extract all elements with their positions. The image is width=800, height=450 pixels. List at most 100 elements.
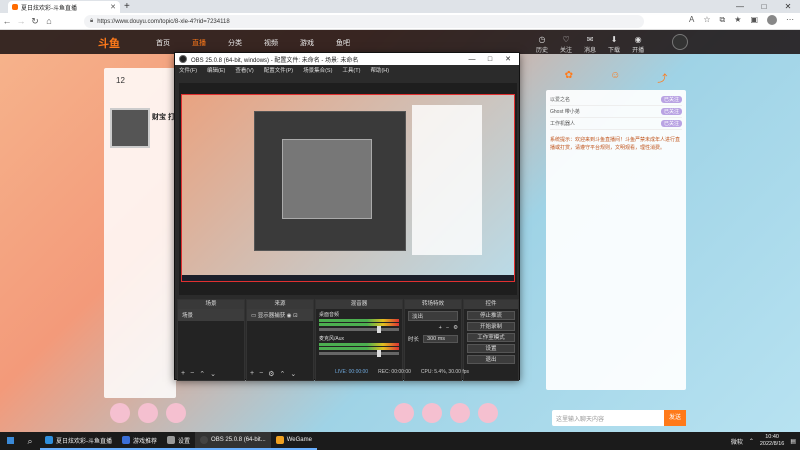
obs-minimize-button[interactable]: — <box>465 56 479 63</box>
back-icon[interactable]: ← <box>0 16 14 26</box>
gift-item[interactable] <box>110 403 130 423</box>
gift-icon[interactable]: ✿ <box>565 70 573 85</box>
history-item[interactable]: ◷ 历史 <box>536 35 548 54</box>
start-button[interactable] <box>0 436 20 446</box>
chat-input[interactable]: 这里输入聊天内容 <box>552 410 682 426</box>
taskbar-app-games[interactable]: 游戏推荐 <box>117 432 163 450</box>
rank-badge: 已关注 <box>660 108 682 115</box>
remove-icon[interactable]: − <box>446 325 449 331</box>
menu-help[interactable]: 帮助(H) <box>370 66 389 74</box>
browser-tab[interactable]: 夏日炫欢彩-斗鱼直播 ✕ <box>8 1 120 13</box>
menu-view[interactable]: 查看(V) <box>235 66 253 74</box>
nav-category[interactable]: 分类 <box>228 38 242 48</box>
sources-dock: 来源 ▭ 显示器捕获 ◉ ⊡ + − ⚙ ⌃ ⌄ <box>246 299 314 381</box>
taskbar-app-obs[interactable]: OBS 25.0.8 (64-bit... <box>195 432 271 450</box>
close-tab-icon[interactable]: ✕ <box>110 3 116 11</box>
taskbar-app-edge[interactable]: 夏日炫欢彩-斗鱼直播 <box>40 432 117 450</box>
taskbar-app-settings[interactable]: 设置 <box>162 432 196 450</box>
studio-mode-button[interactable]: 工作室模式 <box>467 333 515 342</box>
obs-maximize-button[interactable]: □ <box>483 56 497 63</box>
start-recording-button[interactable]: 开始录制 <box>467 322 515 331</box>
profile-avatar[interactable] <box>767 15 777 25</box>
menu-tools[interactable]: 工具(T) <box>342 66 360 74</box>
menu-file[interactable]: 文件(F) <box>179 66 197 74</box>
favorite-star-icon[interactable]: ☆ <box>703 15 710 25</box>
follow-item[interactable]: ♡ 关注 <box>560 35 572 54</box>
volume-slider[interactable] <box>319 350 399 357</box>
obs-preview[interactable] <box>181 94 515 282</box>
lock-icon[interactable]: ⊡ <box>293 313 298 319</box>
duration-input[interactable]: 300 ms <box>423 335 458 343</box>
add-icon[interactable]: + <box>181 370 185 378</box>
refresh-icon[interactable]: ↻ <box>28 16 42 27</box>
gift-item[interactable] <box>394 403 414 423</box>
gear-icon[interactable]: ⚙ <box>268 370 274 378</box>
gift-item[interactable] <box>138 403 158 423</box>
transition-select[interactable]: 淡出 <box>408 311 458 321</box>
remove-icon[interactable]: − <box>259 370 263 378</box>
fans-icon[interactable]: ☺ <box>610 70 620 85</box>
move-down-icon[interactable]: ⌄ <box>210 370 216 378</box>
move-down-icon[interactable]: ⌄ <box>290 370 296 378</box>
gift-item[interactable] <box>166 403 186 423</box>
broadcast-item[interactable]: ◉ 开播 <box>632 35 644 54</box>
move-up-icon[interactable]: ⌃ <box>279 370 285 378</box>
site-logo[interactable]: 斗鱼 <box>98 35 120 51</box>
gift-item[interactable] <box>422 403 442 423</box>
scene-item[interactable]: 场景 <box>178 309 244 321</box>
add-icon[interactable]: + <box>439 325 442 331</box>
tray-label[interactable]: 微软 <box>731 437 743 446</box>
rank-row[interactable]: Ghost 带小弟 已关注 <box>550 106 682 118</box>
add-icon[interactable]: + <box>250 370 254 378</box>
nav-home[interactable]: 首页 <box>156 38 170 48</box>
remove-icon[interactable]: − <box>190 370 194 378</box>
taskbar-app-wegame[interactable]: WeGame <box>270 432 317 450</box>
move-up-icon[interactable]: ⌃ <box>199 370 205 378</box>
nav-fishbar[interactable]: 鱼吧 <box>336 38 350 48</box>
app-icon <box>122 436 130 444</box>
more-icon[interactable]: ⋯ <box>786 15 794 25</box>
share-icon[interactable]: ⤴ <box>657 70 667 85</box>
clock[interactable]: 10:40 2022/8/16 <box>760 434 784 448</box>
forward-icon[interactable]: → <box>14 16 28 26</box>
volume-slider-handle[interactable] <box>377 326 381 333</box>
address-bar[interactable]: 🔒︎ https://www.douyu.com/topic/8-xle-4?r… <box>84 15 644 28</box>
settings-button[interactable]: 设置 <box>467 344 515 353</box>
rank-row[interactable]: 工作机器人 已关注 <box>550 118 682 130</box>
volume-slider[interactable] <box>319 326 399 333</box>
rank-row[interactable]: 以爱之名 已关注 <box>550 94 682 106</box>
obs-close-button[interactable]: ✕ <box>501 55 515 63</box>
notification-icon[interactable]: ▤ <box>790 438 796 445</box>
stop-streaming-button[interactable]: 停止推流 <box>467 311 515 320</box>
gift-item[interactable] <box>450 403 470 423</box>
nav-video[interactable]: 视频 <box>264 38 278 48</box>
tray-arrow-icon[interactable]: ⌃ <box>749 438 754 445</box>
search-icon[interactable]: ⌕ <box>20 436 40 447</box>
menu-edit[interactable]: 编辑(E) <box>207 66 225 74</box>
send-button[interactable]: 发送 <box>664 410 686 426</box>
extensions-icon[interactable]: ⧉ <box>720 15 726 25</box>
close-window-button[interactable]: ✕ <box>776 0 800 13</box>
favorites-icon[interactable]: ★ <box>734 15 741 25</box>
source-item[interactable]: ▭ 显示器捕获 ◉ ⊡ <box>247 309 313 321</box>
volume-slider-handle[interactable] <box>377 350 381 357</box>
maximize-button[interactable]: □ <box>752 0 776 13</box>
collections-icon[interactable]: ▣ <box>750 15 758 25</box>
menu-profile[interactable]: 配置文件(P) <box>264 66 293 74</box>
eye-icon[interactable]: ◉ <box>287 313 292 319</box>
nav-games[interactable]: 游戏 <box>300 38 314 48</box>
home-icon[interactable]: ⌂ <box>42 16 56 26</box>
duration-label: 时长 <box>408 337 420 343</box>
read-aloud-icon[interactable]: A <box>689 15 694 25</box>
gift-item[interactable] <box>478 403 498 423</box>
new-tab-button[interactable]: + <box>124 1 130 12</box>
user-avatar[interactable] <box>672 34 688 50</box>
minimize-button[interactable]: — <box>728 0 752 13</box>
streamer-avatar[interactable] <box>110 108 150 148</box>
menu-scene-collection[interactable]: 场景集合(S) <box>303 66 332 74</box>
download-item[interactable]: ⬇ 下载 <box>608 35 620 54</box>
gear-icon[interactable]: ⚙ <box>453 325 458 331</box>
nav-live[interactable]: 直播 <box>192 38 206 48</box>
message-item[interactable]: ✉ 消息 <box>584 35 596 54</box>
exit-button[interactable]: 退出 <box>467 355 515 364</box>
